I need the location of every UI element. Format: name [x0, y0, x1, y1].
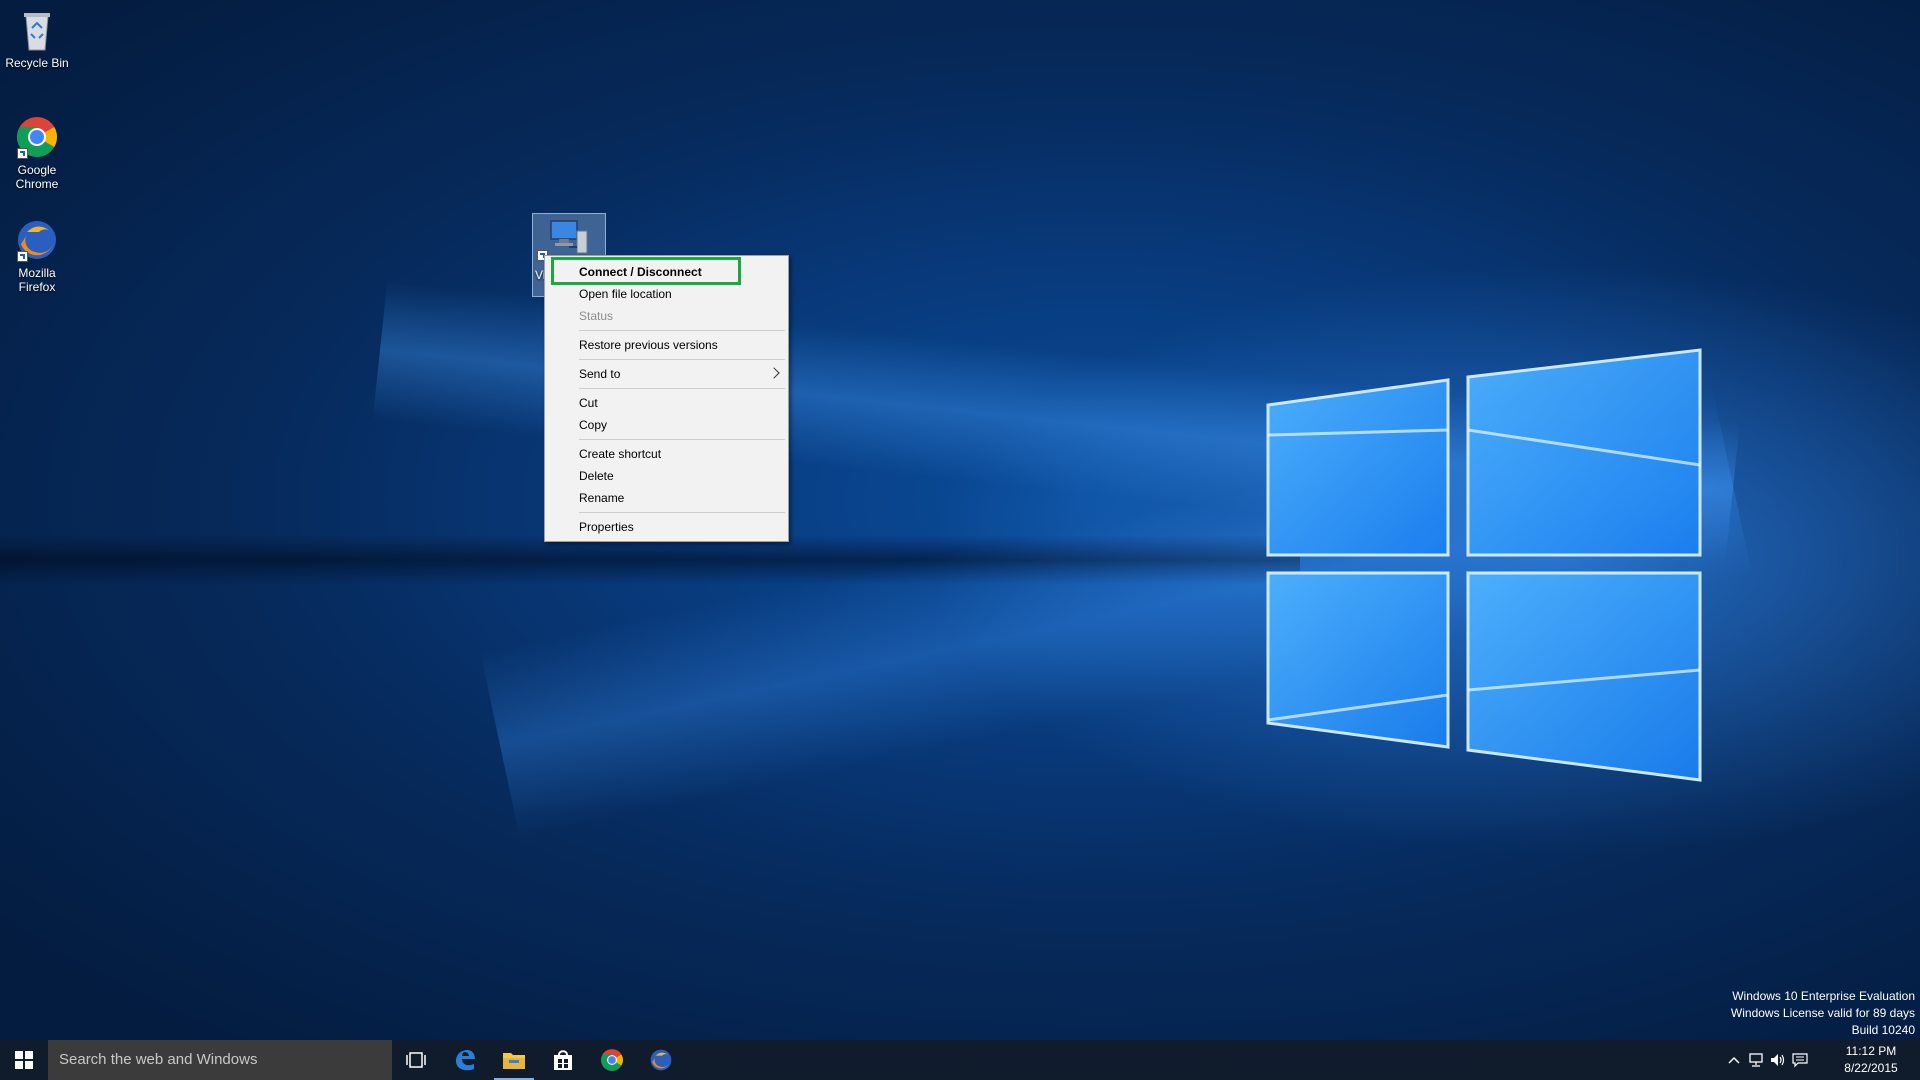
background-shadow [0, 535, 1300, 585]
watermark-license: Windows License valid for 89 days [1730, 1006, 1915, 1020]
search-placeholder: Search the web and Windows [59, 1051, 258, 1068]
menu-separator [579, 439, 785, 440]
taskbar-store-button[interactable] [539, 1040, 587, 1080]
action-center-icon[interactable] [1792, 1052, 1808, 1068]
network-icon[interactable] [1748, 1052, 1764, 1068]
clock[interactable]: 11:12 PM 8/22/2015 [1836, 1043, 1906, 1077]
menu-separator [579, 512, 785, 513]
clock-date: 8/22/2015 [1844, 1061, 1898, 1075]
start-button[interactable] [0, 1040, 48, 1080]
task-view-icon [406, 1052, 426, 1068]
desktop-icon-recycle-bin[interactable]: Recycle Bin [0, 8, 74, 70]
menu-separator [579, 359, 785, 360]
menu-item-delete[interactable]: Delete [545, 465, 788, 487]
windows-evaluation-watermark: Windows 10 Enterprise Evaluation Windows… [1731, 988, 1915, 1039]
shortcut-arrow-icon [17, 148, 28, 159]
chrome-icon [601, 1049, 623, 1071]
menu-item-rename[interactable]: Rename [545, 487, 788, 509]
search-input[interactable]: Search the web and Windows [48, 1040, 392, 1080]
desktop-icon-label: Google Chrome [15, 163, 59, 191]
watermark-edition: Windows 10 Enterprise Evaluation [1732, 989, 1915, 1003]
chevron-up-icon[interactable] [1726, 1052, 1742, 1068]
firefox-icon [650, 1049, 672, 1071]
taskbar: Search the web and Windows 11:12 PM 8/22… [0, 1040, 1920, 1080]
desktop[interactable]: Recycle Bin Google Chrome Mozilla Firefo… [0, 0, 1920, 1040]
menu-separator [579, 388, 785, 389]
desktop-icon-mozilla-firefox[interactable]: Mozilla Firefox [0, 218, 74, 294]
shortcut-arrow-icon [17, 251, 28, 262]
desktop-icon-label: Mozilla Firefox [18, 266, 56, 294]
desktop-icon-google-chrome[interactable]: Google Chrome [0, 115, 74, 191]
menu-item-restore-previous-versions[interactable]: Restore previous versions [545, 334, 788, 356]
store-icon [554, 1050, 572, 1070]
file-explorer-icon [503, 1053, 525, 1069]
taskbar-file-explorer-button[interactable] [490, 1040, 538, 1080]
taskbar-chrome-button[interactable] [588, 1040, 636, 1080]
windows-logo-wallpaper [1266, 348, 1702, 782]
edge-icon [456, 1050, 475, 1071]
highlight-box [551, 257, 741, 285]
context-menu: Connect / Disconnect Open file location … [544, 255, 789, 542]
menu-item-properties[interactable]: Properties [545, 516, 788, 538]
menu-item-status: Status [579, 309, 614, 323]
system-tray: 11:12 PM 8/22/2015 [1720, 1040, 1920, 1080]
clock-time: 11:12 PM [1845, 1044, 1897, 1058]
menu-item-copy[interactable]: Copy [545, 414, 788, 436]
taskbar-firefox-button[interactable] [637, 1040, 685, 1080]
network-connection-icon [550, 220, 588, 254]
menu-separator [579, 330, 785, 331]
task-view-button[interactable] [392, 1040, 440, 1080]
menu-item-create-shortcut[interactable]: Create shortcut [545, 443, 788, 465]
menu-item-cut[interactable]: Cut [545, 392, 788, 414]
chrome-icon [15, 115, 59, 159]
start-icon [15, 1051, 33, 1069]
watermark-build: Build 10240 [1851, 1023, 1915, 1037]
firefox-icon [15, 218, 59, 262]
recycle-bin-icon [15, 8, 59, 52]
taskbar-edge-button[interactable] [441, 1040, 489, 1080]
menu-item-open-file-location[interactable]: Open file location [545, 283, 788, 305]
menu-item-label: Send to [579, 367, 621, 381]
desktop-icon-label: Recycle Bin [5, 56, 69, 70]
chevron-right-icon [768, 367, 780, 379]
menu-item-send-to[interactable]: Send to [545, 363, 788, 385]
volume-icon[interactable] [1770, 1052, 1786, 1068]
